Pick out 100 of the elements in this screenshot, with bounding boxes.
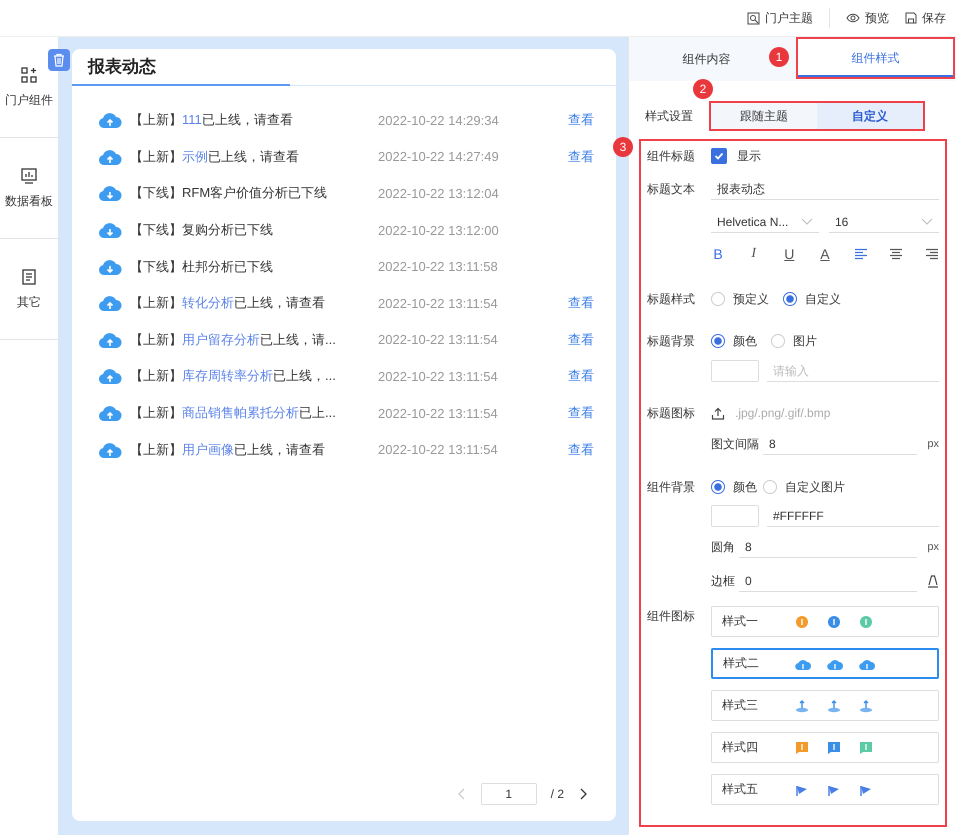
field-label: 样式设置 <box>645 108 694 124</box>
tab[interactable]: 组件样式 <box>796 37 955 79</box>
timestamp: 2022-10-22 13:11:54 <box>378 368 499 384</box>
field-label: 标题图标 <box>647 404 696 422</box>
radio-label: 颜色 <box>733 332 757 350</box>
timestamp: 2022-10-22 14:29:34 <box>378 112 500 128</box>
delete-button[interactable] <box>48 49 70 71</box>
view-link[interactable]: 查看 <box>568 440 594 459</box>
news-text: 【上新】商品销售帕累托分析已上... <box>130 404 337 422</box>
timestamp: 2022-10-22 13:11:58 <box>378 259 499 274</box>
format-button[interactable]: I <box>746 246 761 262</box>
cloud-upload-icon <box>98 440 122 459</box>
border-style-icon[interactable] <box>927 574 939 588</box>
format-button[interactable]: A <box>818 246 832 262</box>
news-text: 【上新】用户留存分析已上线，请... <box>130 330 337 349</box>
circle-style-icon <box>826 614 842 628</box>
align-icon[interactable] <box>889 248 904 260</box>
upload-icon[interactable] <box>711 406 725 420</box>
news-text: 【上新】库存周转率分析已上线，... <box>130 367 337 386</box>
font-select[interactable]: Helvetica N... <box>711 211 819 233</box>
icon-style-option[interactable]: 样式一 <box>711 606 939 637</box>
grid-plus-icon <box>20 66 38 84</box>
file-type-hint: .jpg/.png/.gif/.bmp <box>735 406 830 420</box>
radio-label: 颜色 <box>733 478 757 496</box>
radio-label: 自定义图片 <box>785 478 845 496</box>
step-marker: 3 <box>613 137 633 157</box>
view-link[interactable]: 查看 <box>568 404 594 422</box>
radio-button[interactable] <box>711 480 725 494</box>
color-swatch[interactable] <box>711 360 759 382</box>
align-icon[interactable] <box>854 248 868 260</box>
news-text: 【上新】转化分析已上线，请查看 <box>130 294 326 312</box>
checkbox-label: 显示 <box>737 148 761 164</box>
view-link[interactable]: 查看 <box>568 330 594 349</box>
format-button[interactable]: U <box>782 246 796 262</box>
card-title: 报表动态 <box>72 55 290 86</box>
segment-button[interactable]: 自定义 <box>817 103 923 129</box>
checkbox[interactable] <box>711 148 727 164</box>
field-label: 标题文本 <box>647 180 696 198</box>
radio-button[interactable] <box>711 334 725 348</box>
color-input-field[interactable]: #FFFFFF <box>767 505 939 527</box>
toolbar-button[interactable]: 保存 <box>905 10 946 26</box>
bubble-style-icon <box>794 740 810 754</box>
toolbar-button[interactable]: 预览 <box>846 10 889 26</box>
eye-icon <box>846 12 860 24</box>
chevron-down-icon <box>921 218 933 226</box>
segment-button[interactable]: 跟随主题 <box>711 103 817 129</box>
timestamp: 2022-10-22 13:11:54 <box>378 442 499 458</box>
field-label: 组件背景 <box>647 478 696 496</box>
icon-style-option[interactable]: 样式二 <box>711 648 939 679</box>
radio-label: 图片 <box>793 332 817 350</box>
cloud-download-icon <box>98 258 122 276</box>
radio-label: 自定义 <box>805 290 841 308</box>
cloud-upload-icon <box>98 111 122 130</box>
save-icon <box>905 12 917 24</box>
next-page-icon[interactable] <box>578 788 588 800</box>
cloud-download-icon <box>98 221 122 240</box>
cloud-upload-icon <box>98 330 122 349</box>
icon-style-option[interactable]: 样式三 <box>711 690 939 721</box>
monitor-chart-icon <box>20 166 38 184</box>
trash-icon <box>52 53 66 67</box>
format-button[interactable]: B <box>711 246 725 262</box>
view-link[interactable]: 查看 <box>568 111 594 130</box>
field-label: 标题样式 <box>647 290 696 308</box>
radio-button[interactable] <box>783 292 797 306</box>
icon-style-option[interactable]: 样式五 <box>711 774 939 805</box>
step-marker: 1 <box>769 47 789 67</box>
page-number-field[interactable]: 1 <box>480 783 537 805</box>
radio-button[interactable] <box>763 480 777 494</box>
color-input-field[interactable]: 请输入 <box>767 360 939 382</box>
check-icon <box>713 150 725 162</box>
news-text: 【下线】复购分析已下线 <box>130 221 274 240</box>
radio-button[interactable] <box>711 292 725 306</box>
radius-input-field[interactable]: 8 <box>739 536 918 558</box>
color-swatch[interactable] <box>711 505 759 527</box>
toolbar-button[interactable]: 门户主题 <box>747 10 813 26</box>
border-input-field[interactable]: 0 <box>739 570 917 592</box>
icon-style-option[interactable]: 样式四 <box>711 732 939 763</box>
unit-label: px <box>927 438 939 450</box>
news-text: 【下线】RFM客户价值分析已下线 <box>130 184 328 202</box>
field-label: 图文间隔 <box>711 436 759 452</box>
cloud-download-icon <box>98 184 122 202</box>
cloud-upload-icon <box>98 367 122 386</box>
field-label: 标题背景 <box>647 332 696 350</box>
chevron-down-icon <box>801 218 813 226</box>
step-marker: 2 <box>693 79 713 99</box>
field-label: 组件标题 <box>647 148 696 164</box>
cloud-upload-icon <box>98 148 122 166</box>
field-label: 组件图标 <box>647 608 696 625</box>
news-text: 【上新】用户画像已上线，请查看 <box>130 440 326 459</box>
radio-button[interactable] <box>771 334 785 348</box>
align-icon[interactable] <box>924 248 939 260</box>
view-link[interactable]: 查看 <box>568 294 594 312</box>
spacing-input-field[interactable]: 8 <box>763 433 918 455</box>
bubble-style-icon <box>826 740 842 754</box>
cloud-upload-icon <box>98 294 122 312</box>
title-input-field[interactable]: 报表动态 <box>711 178 939 200</box>
size-select[interactable]: 16 <box>829 211 939 233</box>
view-link[interactable]: 查看 <box>568 148 594 166</box>
page-total: / 2 <box>550 787 564 801</box>
view-link[interactable]: 查看 <box>568 367 594 386</box>
